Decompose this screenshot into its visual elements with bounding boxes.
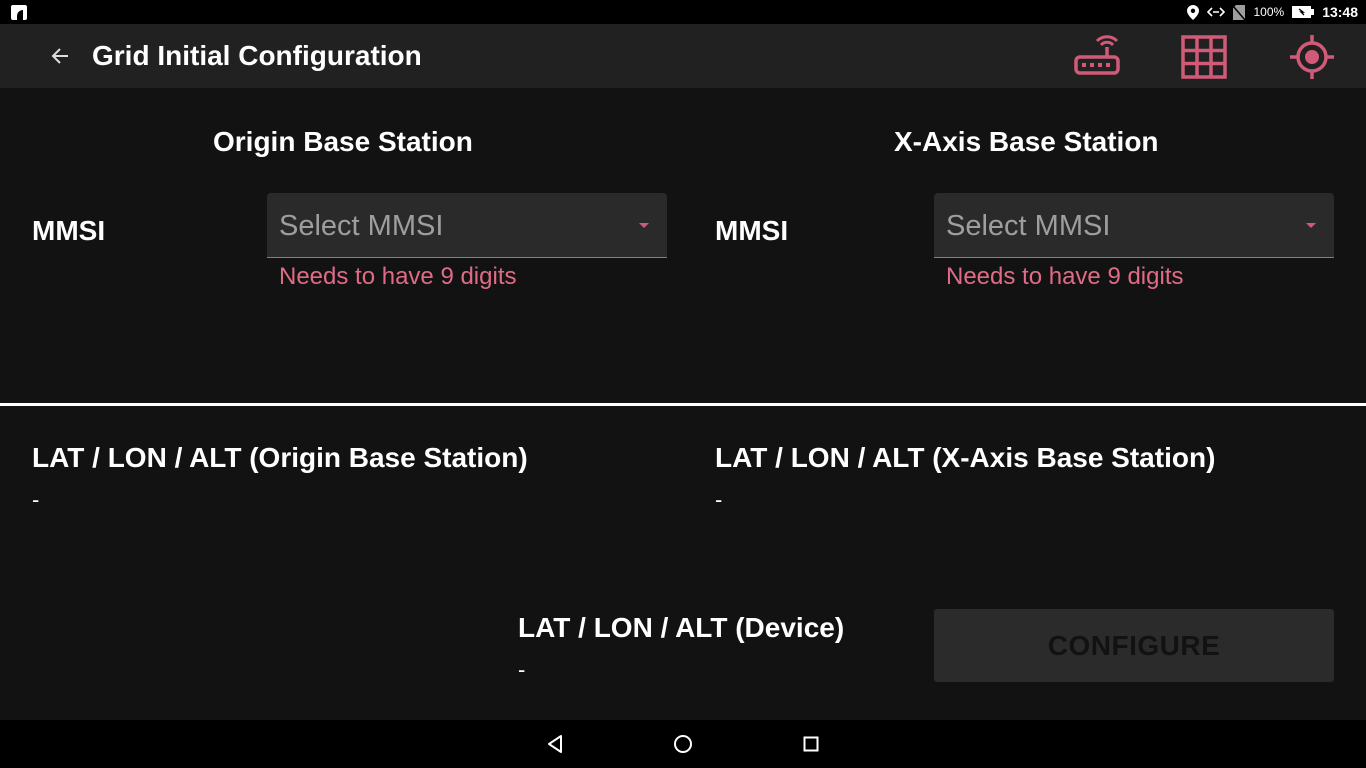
back-triangle-icon [548,735,562,753]
status-bar: 100% 13:48 [0,0,1366,24]
recents-square-icon [803,736,819,752]
clock: 13:48 [1322,4,1358,20]
origin-location-value: - [32,487,40,512]
battery-percent: 100% [1253,5,1285,19]
origin-location-label: LAT / LON / ALT (Origin Base Station) [32,442,528,473]
grid-button[interactable] [1177,30,1231,84]
page-title: Grid Initial Configuration [92,40,422,71]
origin-mmsi-label: MMSI [32,215,106,246]
status-icons: 100% 13:48 [1187,0,1358,24]
xaxis-location-value: - [715,487,723,512]
battery-icon [1292,6,1315,18]
location-icon [1187,4,1200,20]
origin-section-title: Origin Base Station [213,126,473,157]
xaxis-section-title: X-Axis Base Station [894,126,1159,157]
home-circle-icon [674,735,692,753]
router-icon [1074,35,1120,75]
xaxis-location-label: LAT / LON / ALT (X-Axis Base Station) [715,442,1216,473]
xaxis-mmsi-select[interactable]: Select MMSI [934,193,1334,258]
xaxis-mmsi-placeholder: Select MMSI [946,210,1111,242]
device-location-value: - [518,657,526,682]
xaxis-mmsi-error: Needs to have 9 digits [946,263,1184,290]
configure-button[interactable]: CONFIGURE [934,609,1334,682]
device-location-label: LAT / LON / ALT (Device) [518,612,845,643]
nav-back-button[interactable] [535,728,575,760]
caret-down-icon [639,223,649,228]
app-notification-icon [11,5,27,20]
no-sim-icon [1233,4,1246,20]
data-transfer-icon [1207,7,1226,17]
xaxis-mmsi-label: MMSI [715,215,789,246]
grid-icon [1181,35,1227,79]
arrow-left-icon [51,48,68,64]
nav-home-button[interactable] [663,728,703,760]
app-bar: Grid Initial Configuration [0,24,1366,88]
gps-target-icon [1290,35,1334,79]
origin-mmsi-placeholder: Select MMSI [279,210,444,242]
system-nav-bar [0,720,1366,768]
back-button[interactable] [40,36,80,76]
origin-mmsi-select[interactable]: Select MMSI [267,193,667,258]
section-divider [0,403,1366,406]
gps-target-button[interactable] [1285,30,1339,84]
origin-mmsi-error: Needs to have 9 digits [279,263,517,290]
nav-recents-button[interactable] [791,728,831,760]
caret-down-icon [1306,223,1316,228]
router-button[interactable] [1069,30,1123,84]
